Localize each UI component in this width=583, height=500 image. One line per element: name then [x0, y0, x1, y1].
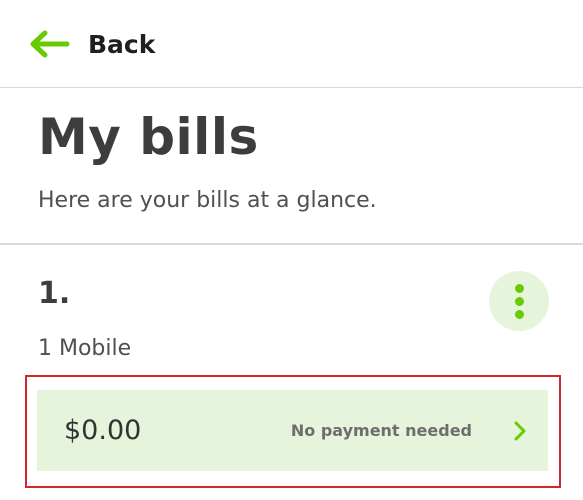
- page-subtitle: Here are your bills at a glance.: [38, 188, 377, 213]
- bill-number: 1.: [38, 276, 71, 311]
- payment-status: No payment needed: [290, 421, 472, 440]
- bill-amount: $0.00: [64, 415, 142, 446]
- bill-options-button[interactable]: [489, 271, 549, 331]
- arrow-left-icon: [30, 30, 70, 58]
- more-vertical-icon-dot: [514, 309, 524, 319]
- bill-payment-card[interactable]: $0.00 No payment needed: [37, 390, 548, 471]
- back-button[interactable]: Back: [30, 24, 155, 64]
- more-vertical-icon: [514, 283, 524, 293]
- divider: [0, 243, 583, 245]
- chevron-right-icon: [514, 421, 526, 441]
- back-label: Back: [88, 29, 156, 59]
- top-bar: Back: [0, 0, 583, 88]
- more-vertical-icon-dot: [514, 296, 524, 306]
- bill-description: 1 Mobile: [38, 336, 132, 361]
- page-title: My bills: [38, 108, 259, 166]
